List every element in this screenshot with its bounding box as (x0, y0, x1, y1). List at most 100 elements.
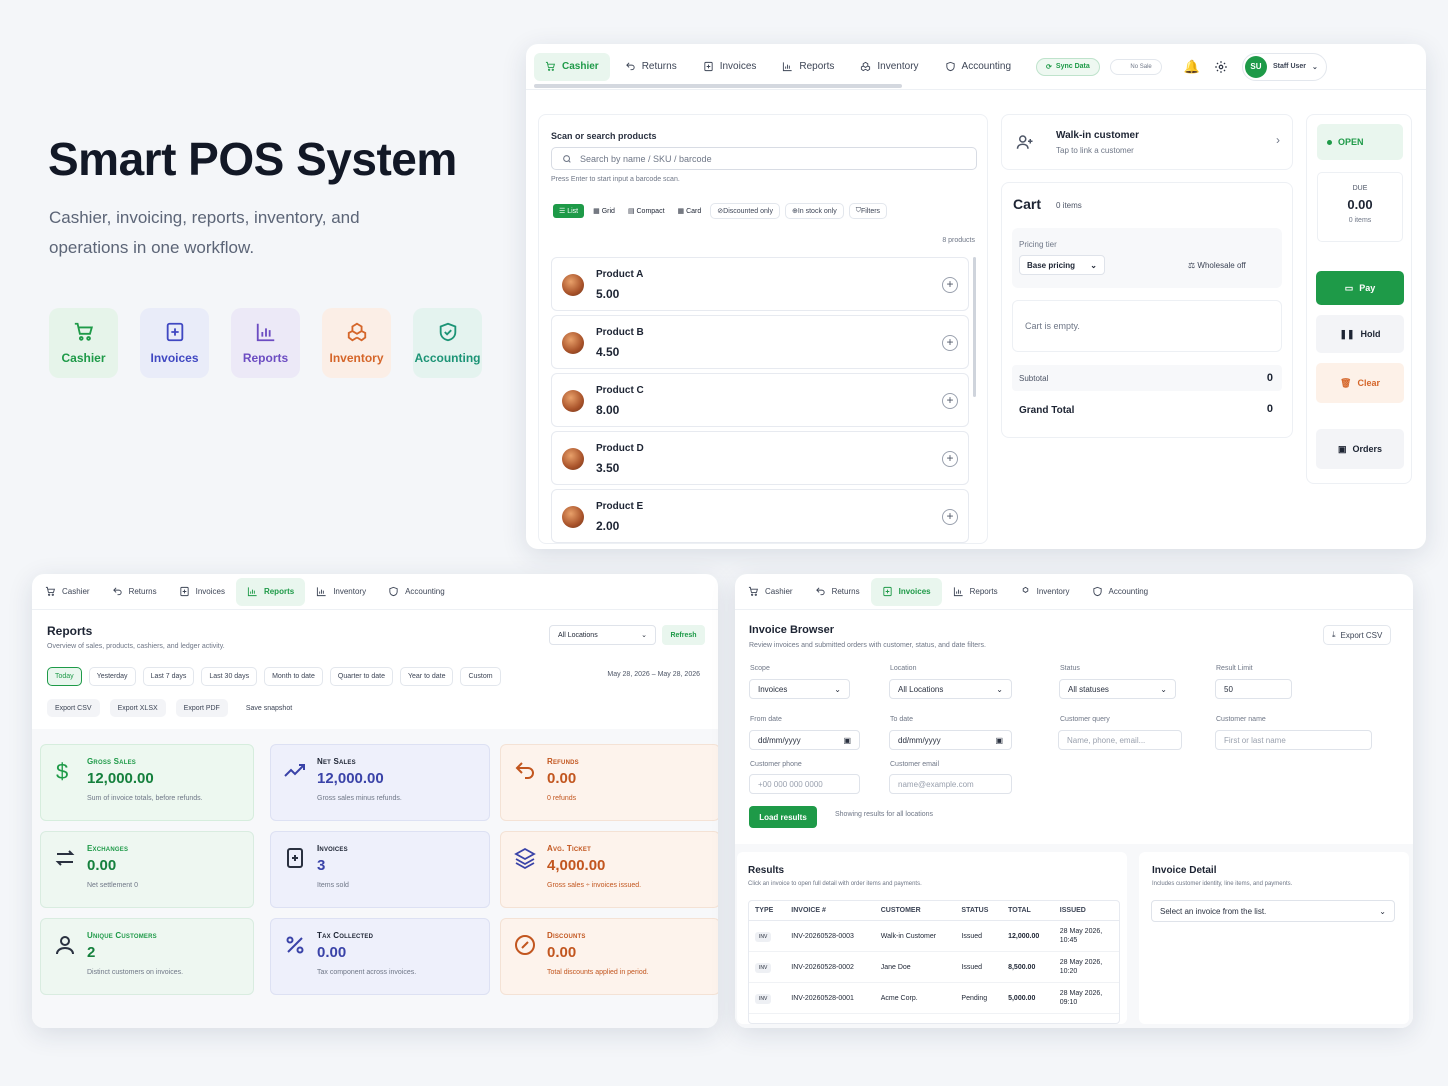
reports-window: Cashier Returns Invoices Reports Invento… (32, 574, 718, 1028)
nav-scrollbar[interactable] (534, 84, 902, 88)
tab-returns[interactable]: Returns (101, 578, 168, 606)
tab-accounting[interactable]: Accounting (1081, 578, 1160, 606)
tab-cashier[interactable]: Cashier (34, 578, 101, 606)
chip-accounting[interactable]: Accounting (413, 308, 482, 378)
customer-email-input[interactable]: name@example.com (889, 774, 1012, 794)
table-row[interactable]: INV INV-20260528-0001 Acme Corp. Pending 5,0… (749, 982, 1119, 1014)
chip-reports[interactable]: Reports (231, 308, 300, 378)
view-compact[interactable]: ▤ Compact (624, 204, 669, 218)
tab-invoices[interactable]: Invoices (870, 577, 942, 606)
tab-reports[interactable]: Reports (235, 577, 306, 606)
boxes-icon (861, 61, 871, 72)
limit-input[interactable]: 50 (1215, 679, 1292, 699)
clear-button[interactable]: 🗑 Clear (1316, 363, 1404, 403)
range-button[interactable]: Last 7 days (142, 667, 195, 686)
filter-in-stock[interactable]: ⊕ In stock only (784, 203, 844, 219)
search-input[interactable]: Search by name / SKU / barcode (551, 147, 977, 170)
sync-button[interactable]: ⟳ Sync Data (1036, 57, 1100, 76)
add-to-cart-button[interactable]: + (942, 509, 958, 525)
tab-reports[interactable]: Reports (771, 53, 845, 81)
tab-cashier[interactable]: Cashier (534, 52, 610, 81)
pay-button[interactable]: ▭ Pay (1316, 271, 1404, 305)
product-row[interactable]: Product D 3.50 + (551, 431, 969, 485)
column-header[interactable]: CUSTOMER (874, 901, 956, 921)
location-select[interactable]: All Locations ⌄ (889, 679, 1012, 699)
bell-icon[interactable]: 🔔 (1184, 59, 1200, 75)
shield-icon (945, 61, 955, 72)
range-button[interactable]: Last 30 days (201, 667, 258, 686)
range-button[interactable]: Yesterday (88, 667, 136, 686)
product-row[interactable]: Product E 2.00 + (551, 489, 969, 543)
to-date-input[interactable]: dd/mm/yyyy ▣ (889, 730, 1012, 750)
range-button[interactable]: Year to date (399, 667, 454, 686)
invoice-picker[interactable]: Select an invoice from the list. ⌄ (1151, 900, 1395, 922)
filter-discounted[interactable]: ⊘ Discounted only (710, 203, 780, 219)
refresh-button[interactable]: Refresh (662, 625, 705, 645)
view-list[interactable]: ☰ List (553, 204, 585, 218)
add-to-cart-button[interactable]: + (942, 393, 958, 409)
save-snapshot-button[interactable]: Save snapshot (237, 699, 301, 717)
customer-name: Walk-in customer (1056, 130, 1139, 141)
tab-invoices[interactable]: Invoices (692, 53, 768, 81)
list-scrollbar[interactable] (973, 257, 976, 397)
user-menu[interactable]: SU Staff User ⌄ (1241, 52, 1327, 81)
export-xlsx-button[interactable]: Export XLSX (109, 699, 166, 717)
tab-inventory[interactable]: Inventory (849, 53, 929, 81)
from-date-input[interactable]: dd/mm/yyyy ▣ (749, 730, 860, 750)
chip-invoices[interactable]: Invoices (140, 308, 209, 378)
product-row[interactable]: Product A 5.00 + (551, 257, 969, 311)
view-card[interactable]: ▦ Card (674, 204, 706, 218)
product-row[interactable]: Product B 4.50 + (551, 315, 969, 369)
export-csv-button[interactable]: Export CSV (47, 699, 100, 717)
column-header[interactable]: TOTAL (1002, 901, 1054, 921)
wholesale-toggle[interactable]: ⚖ Wholesale off (1188, 261, 1246, 270)
tab-inventory[interactable]: Inventory (1009, 578, 1081, 606)
metric-value: 0.00 (87, 857, 117, 874)
customer-name-input[interactable]: First or last name (1215, 730, 1372, 750)
chip-label: Accounting (414, 351, 481, 365)
tab-returns[interactable]: Returns (804, 578, 871, 606)
column-header[interactable]: INVOICE # (785, 901, 875, 921)
chip-inventory[interactable]: Inventory (322, 308, 391, 378)
tab-invoices[interactable]: Invoices (168, 578, 236, 606)
export-pdf-button[interactable]: Export PDF (175, 699, 228, 717)
column-header[interactable]: TYPE (749, 901, 786, 921)
gear-icon[interactable] (1214, 60, 1228, 74)
customer-query-input[interactable]: Name, phone, email... (1058, 730, 1182, 750)
status-select[interactable]: All statuses ⌄ (1059, 679, 1176, 699)
tab-cashier[interactable]: Cashier (737, 578, 804, 606)
pricing-tier-select[interactable]: Base pricing ⌄ (1019, 255, 1105, 275)
tab-reports[interactable]: Reports (942, 578, 1009, 606)
no-sale-button[interactable]: No Sale (1109, 58, 1162, 75)
scope-select[interactable]: Invoices ⌄ (749, 679, 850, 699)
invoice-nav: Cashier Returns Invoices Reports Invento… (735, 574, 1413, 610)
customer-phone-input[interactable]: +00 000 000 0000 (749, 774, 860, 794)
product-row[interactable]: Product C 8.00 + (551, 373, 969, 427)
add-to-cart-button[interactable]: + (942, 335, 958, 351)
add-to-cart-button[interactable]: + (942, 451, 958, 467)
range-button[interactable]: Custom (460, 667, 501, 686)
table-row[interactable]: INV INV-20260528-0003 Walk-in Customer Issu… (749, 920, 1119, 952)
orders-button[interactable]: ▣ Orders (1316, 429, 1404, 469)
filters-button[interactable]: ⛉ Filters (848, 203, 888, 219)
chevron-down-icon: ⌄ (641, 632, 647, 639)
column-header[interactable]: ISSUED (1053, 901, 1119, 921)
column-header[interactable]: STATUS (955, 901, 1003, 921)
table-row[interactable]: INV INV-20260528-0002 Jane Doe Issued 8,500.… (749, 951, 1119, 983)
location-select[interactable]: All Locations ⌄ (549, 625, 656, 645)
tab-accounting[interactable]: Accounting (377, 578, 456, 606)
export-csv-button[interactable]: ⤓ Export CSV (1323, 625, 1392, 645)
load-results-button[interactable]: Load results (749, 806, 817, 828)
add-to-cart-button[interactable]: + (942, 277, 958, 293)
view-grid[interactable]: ▦ Grid (589, 204, 619, 218)
range-button[interactable]: Month to date (264, 667, 323, 686)
product-name: Product D (596, 443, 644, 454)
tab-inventory[interactable]: Inventory (305, 578, 377, 606)
tab-accounting[interactable]: Accounting (934, 53, 1022, 81)
range-button[interactable]: Today (47, 667, 82, 686)
hold-button[interactable]: ❚❚ Hold (1316, 315, 1404, 353)
customer-select[interactable]: Walk-in customer Tap to link a customer … (1001, 114, 1293, 170)
chip-cashier[interactable]: Cashier (49, 308, 118, 378)
tab-returns[interactable]: Returns (614, 53, 688, 81)
range-button[interactable]: Quarter to date (329, 667, 393, 686)
